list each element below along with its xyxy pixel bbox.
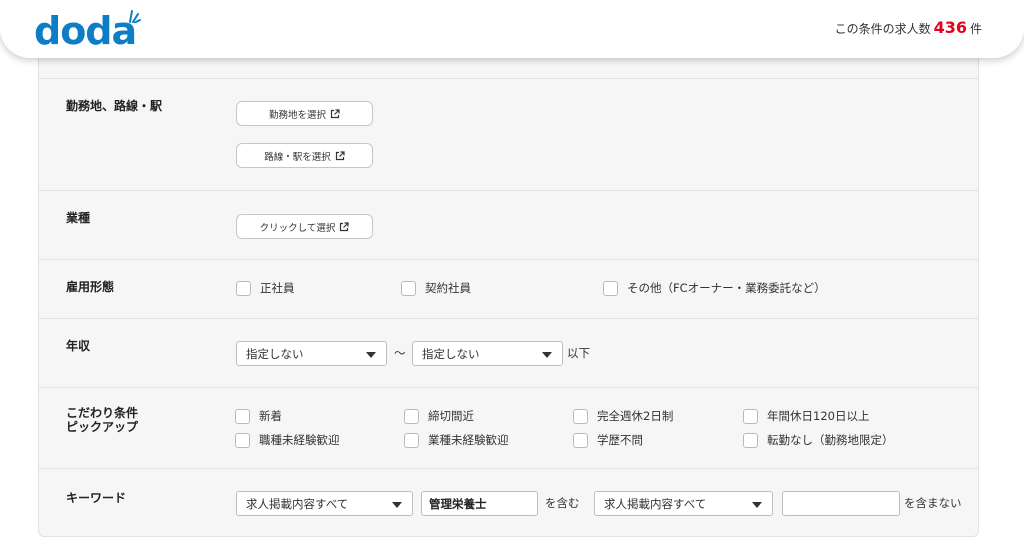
salary-max-value: 指定しない [422, 346, 480, 361]
keyword-exclude-scope-value: 求人掲載内容すべて [604, 496, 707, 511]
chevron-down-icon [752, 502, 762, 508]
option-label: 完全週休2日制 [597, 409, 674, 423]
condition-full-two-day-weekend[interactable]: 完全週休2日制 [573, 408, 673, 424]
checkbox[interactable] [603, 280, 618, 296]
condition-industry-inexperienced[interactable]: 業種未経験歓迎 [404, 432, 509, 448]
checkbox[interactable] [235, 432, 250, 448]
option-label: 学歴不問 [597, 433, 643, 447]
job-count: この条件の求人数 436 件 [835, 18, 982, 39]
doda-logo[interactable]: doda [34, 9, 137, 53]
site-header: doda この条件の求人数 436 件 [0, 0, 1024, 58]
select-area-button[interactable]: 勤務地を選択 [236, 101, 373, 126]
checkbox[interactable] [401, 280, 416, 296]
keyword-exclude-input[interactable] [782, 491, 900, 516]
option-label: その他（FCオーナー・業務委託など） [627, 281, 826, 295]
option-label: 新着 [259, 409, 282, 423]
option-label: 年間休日120日以上 [767, 409, 870, 423]
select-industry-button[interactable]: クリックして選択 [236, 214, 373, 239]
conditions-row: こだわり条件 ピックアップ 新着 締切間近 完全週休2日制 年間休日120日以上… [39, 388, 978, 469]
logo-spark-icon [129, 10, 141, 23]
option-label: 正社員 [260, 281, 295, 295]
salary-min-select[interactable]: 指定しない [236, 341, 387, 366]
keyword-include-suffix: を含む [545, 496, 580, 510]
checkbox[interactable] [573, 408, 588, 424]
location-label: 勤務地、路線・駅 [66, 99, 163, 113]
option-label: 転勤なし（勤務地限定） [767, 433, 894, 447]
chevron-down-icon [542, 352, 552, 358]
checkbox[interactable] [404, 408, 419, 424]
employment-label: 雇用形態 [66, 280, 115, 294]
salary-tilde: 〜 [394, 346, 406, 360]
select-line-button[interactable]: 路線・駅を選択 [236, 143, 373, 168]
checkbox[interactable] [743, 432, 758, 448]
external-link-icon [340, 221, 349, 231]
employment-option-contract[interactable]: 契約社員 [401, 280, 471, 296]
employment-row: 雇用形態 正社員 契約社員 その他（FCオーナー・業務委託など） [39, 260, 978, 319]
condition-deadline-soon[interactable]: 締切間近 [404, 408, 474, 424]
keyword-include-scope-value: 求人掲載内容すべて [246, 496, 349, 511]
checkbox[interactable] [573, 432, 588, 448]
keyword-include-input[interactable]: 管理栄養士 [421, 491, 538, 516]
conditions-label-line1: こだわり条件 [66, 406, 139, 420]
select-line-label: 路線・駅を選択 [264, 151, 331, 163]
checkbox[interactable] [235, 408, 250, 424]
employment-option-other[interactable]: その他（FCオーナー・業務委託など） [603, 280, 826, 296]
job-count-value: 436 [933, 18, 967, 37]
salary-min-value: 指定しない [246, 346, 304, 361]
conditions-label: こだわり条件 ピックアップ [66, 406, 138, 434]
external-link-icon [335, 150, 345, 160]
condition-no-transfer[interactable]: 転勤なし（勤務地限定） [743, 432, 894, 448]
salary-max-select[interactable]: 指定しない [412, 341, 563, 366]
industry-label: 業種 [66, 211, 91, 225]
keyword-exclude-scope-select[interactable]: 求人掲載内容すべて [594, 491, 773, 516]
option-label: 業種未経験歓迎 [428, 433, 509, 447]
option-label: 契約社員 [425, 281, 471, 295]
keyword-include-scope-select[interactable]: 求人掲載内容すべて [236, 491, 413, 516]
select-area-label: 勤務地を選択 [268, 109, 326, 121]
option-label: 職種未経験歓迎 [259, 433, 340, 447]
job-count-suffix: 件 [969, 22, 982, 36]
location-row: 勤務地、路線・駅 勤務地を選択 路線・駅を選択 [39, 79, 978, 191]
chevron-down-icon [366, 352, 376, 358]
condition-no-education-requirement[interactable]: 学歴不問 [573, 432, 643, 448]
external-link-icon [330, 108, 340, 118]
checkbox[interactable] [236, 280, 251, 296]
checkbox[interactable] [743, 408, 758, 424]
salary-row: 年収 指定しない 〜 指定しない 以下 [39, 319, 978, 388]
keyword-row: キーワード 求人掲載内容すべて 管理栄養士 を含む 求人掲載内容すべて を含まな… [39, 469, 978, 536]
industry-row: 業種 クリックして選択 [39, 191, 978, 260]
select-industry-label: クリックして選択 [259, 222, 336, 234]
chevron-down-icon [392, 502, 402, 508]
salary-suffix: 以下 [567, 346, 590, 360]
search-conditions-form: 勤務地、路線・駅 勤務地を選択 路線・駅を選択 業種 クリックして選択 雇用形態… [38, 46, 979, 537]
keyword-label: キーワード [66, 491, 127, 505]
checkbox[interactable] [404, 432, 419, 448]
salary-label: 年収 [66, 339, 91, 353]
employment-option-regular[interactable]: 正社員 [236, 280, 295, 296]
option-label: 締切間近 [428, 409, 474, 423]
condition-new[interactable]: 新着 [235, 408, 282, 424]
conditions-label-line2: ピックアップ [66, 420, 139, 434]
keyword-include-value: 管理栄養士 [429, 496, 487, 511]
keyword-exclude-suffix: を含まない [904, 496, 962, 510]
condition-job-inexperienced[interactable]: 職種未経験歓迎 [235, 432, 340, 448]
condition-120-holidays[interactable]: 年間休日120日以上 [743, 408, 869, 424]
job-count-prefix: この条件の求人数 [834, 22, 931, 36]
